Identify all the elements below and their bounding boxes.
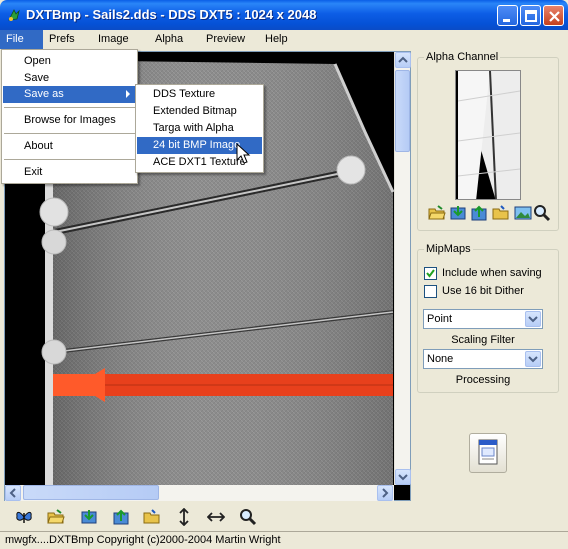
file-menu-dropdown: Open Save Save as Browse for Images Abou… [1, 49, 138, 184]
zoom-icon[interactable] [533, 204, 551, 222]
checkmark-icon [426, 269, 435, 278]
menu-separator [4, 133, 135, 134]
horizontal-scroll-thumb[interactable] [23, 485, 159, 500]
menu-item-save-as-label: Save as [24, 88, 64, 100]
document-preview-icon [478, 439, 498, 465]
menu-bar: File Prefs Image Alpha Preview Help [0, 30, 568, 49]
maximize-icon [525, 10, 537, 22]
submenu-item-targa-with-alpha[interactable]: Targa with Alpha [137, 120, 262, 137]
menu-separator [4, 107, 135, 108]
export-icon[interactable] [470, 204, 488, 222]
chevron-down-icon [528, 356, 538, 363]
import-icon[interactable] [80, 508, 98, 526]
menu-item-exit[interactable]: Exit [3, 164, 136, 181]
scaling-filter-value: Point [427, 313, 453, 325]
status-bar: mwgfx....DXTBmp Copyright (c)2000-2004 M… [0, 531, 568, 549]
menu-item-save[interactable]: Save [3, 70, 136, 87]
close-icon [549, 11, 560, 22]
menu-item-about[interactable]: About [3, 138, 136, 155]
menu-separator [4, 159, 135, 160]
export-icon[interactable] [112, 508, 130, 526]
flip-horizontal-icon[interactable] [207, 508, 225, 526]
minimize-icon [503, 19, 510, 22]
processing-caption: Processing [455, 374, 511, 386]
folder-icon[interactable] [492, 204, 510, 222]
preview-button[interactable] [469, 433, 507, 473]
horizontal-scrollbar[interactable] [5, 485, 394, 501]
scaling-filter-dropdown-button[interactable] [525, 311, 541, 327]
scaling-filter-select[interactable]: Point [423, 309, 543, 329]
alpha-channel-preview [455, 70, 521, 200]
window-title: DXTBmp - Sails2.dds - DDS DXT5 : 1024 x … [26, 7, 317, 22]
menu-item-open[interactable]: Open [3, 53, 136, 70]
dither-16bit-checkbox[interactable] [424, 285, 437, 298]
scroll-left-button[interactable] [5, 485, 21, 501]
menu-help[interactable]: Help [259, 30, 294, 49]
scroll-down-button[interactable] [395, 469, 411, 485]
maximize-button[interactable] [520, 5, 541, 26]
vertical-scrollbar[interactable] [394, 52, 411, 485]
menu-alpha[interactable]: Alpha [149, 30, 189, 49]
scroll-right-button[interactable] [377, 485, 393, 501]
title-bar[interactable]: DXTBmp - Sails2.dds - DDS DXT5 : 1024 x … [0, 0, 568, 30]
vertical-scroll-thumb[interactable] [395, 70, 410, 152]
chevron-right-icon [382, 488, 389, 498]
include-when-saving-label: Include when saving [442, 267, 542, 279]
flip-vertical-icon[interactable] [175, 508, 193, 526]
alpha-channel-label: Alpha Channel [424, 51, 501, 63]
open-folder-icon[interactable] [47, 508, 65, 526]
chevron-up-icon [398, 56, 408, 63]
menu-item-browse-for-images[interactable]: Browse for Images [3, 112, 136, 129]
picture-icon[interactable] [514, 204, 532, 222]
processing-value: None [427, 353, 454, 365]
menu-prefs[interactable]: Prefs [43, 30, 81, 49]
menu-preview[interactable]: Preview [200, 30, 251, 49]
chevron-down-icon [528, 316, 538, 323]
scroll-up-button[interactable] [395, 52, 411, 68]
menu-item-save-as[interactable]: Save as [3, 86, 136, 103]
open-folder-icon[interactable] [428, 204, 446, 222]
submenu-item-dds-texture[interactable]: DDS Texture [137, 86, 262, 103]
menu-file[interactable]: File [0, 30, 43, 49]
mouse-cursor-icon [236, 143, 251, 164]
app-icon [8, 9, 20, 21]
scaling-filter-caption: Scaling Filter [451, 334, 515, 346]
folder-icon[interactable] [143, 508, 161, 526]
submenu-item-extended-bitmap[interactable]: Extended Bitmap [137, 103, 262, 120]
include-when-saving-checkbox[interactable] [424, 267, 437, 280]
bottom-toolbar [0, 503, 568, 531]
mipmaps-label: MipMaps [424, 243, 473, 255]
import-icon[interactable] [449, 204, 467, 222]
submenu-arrow-icon [126, 90, 130, 98]
chevron-down-icon [398, 474, 408, 481]
processing-select[interactable]: None [423, 349, 543, 369]
close-button[interactable] [543, 5, 564, 26]
dither-16bit-label: Use 16 bit Dither [442, 285, 524, 297]
menu-image[interactable]: Image [92, 30, 135, 49]
status-text: mwgfx....DXTBmp Copyright (c)2000-2004 M… [5, 534, 281, 546]
butterfly-icon[interactable] [15, 508, 33, 526]
chevron-left-icon [9, 488, 16, 498]
minimize-button[interactable] [497, 5, 518, 26]
processing-dropdown-button[interactable] [525, 351, 541, 367]
zoom-icon[interactable] [239, 508, 257, 526]
